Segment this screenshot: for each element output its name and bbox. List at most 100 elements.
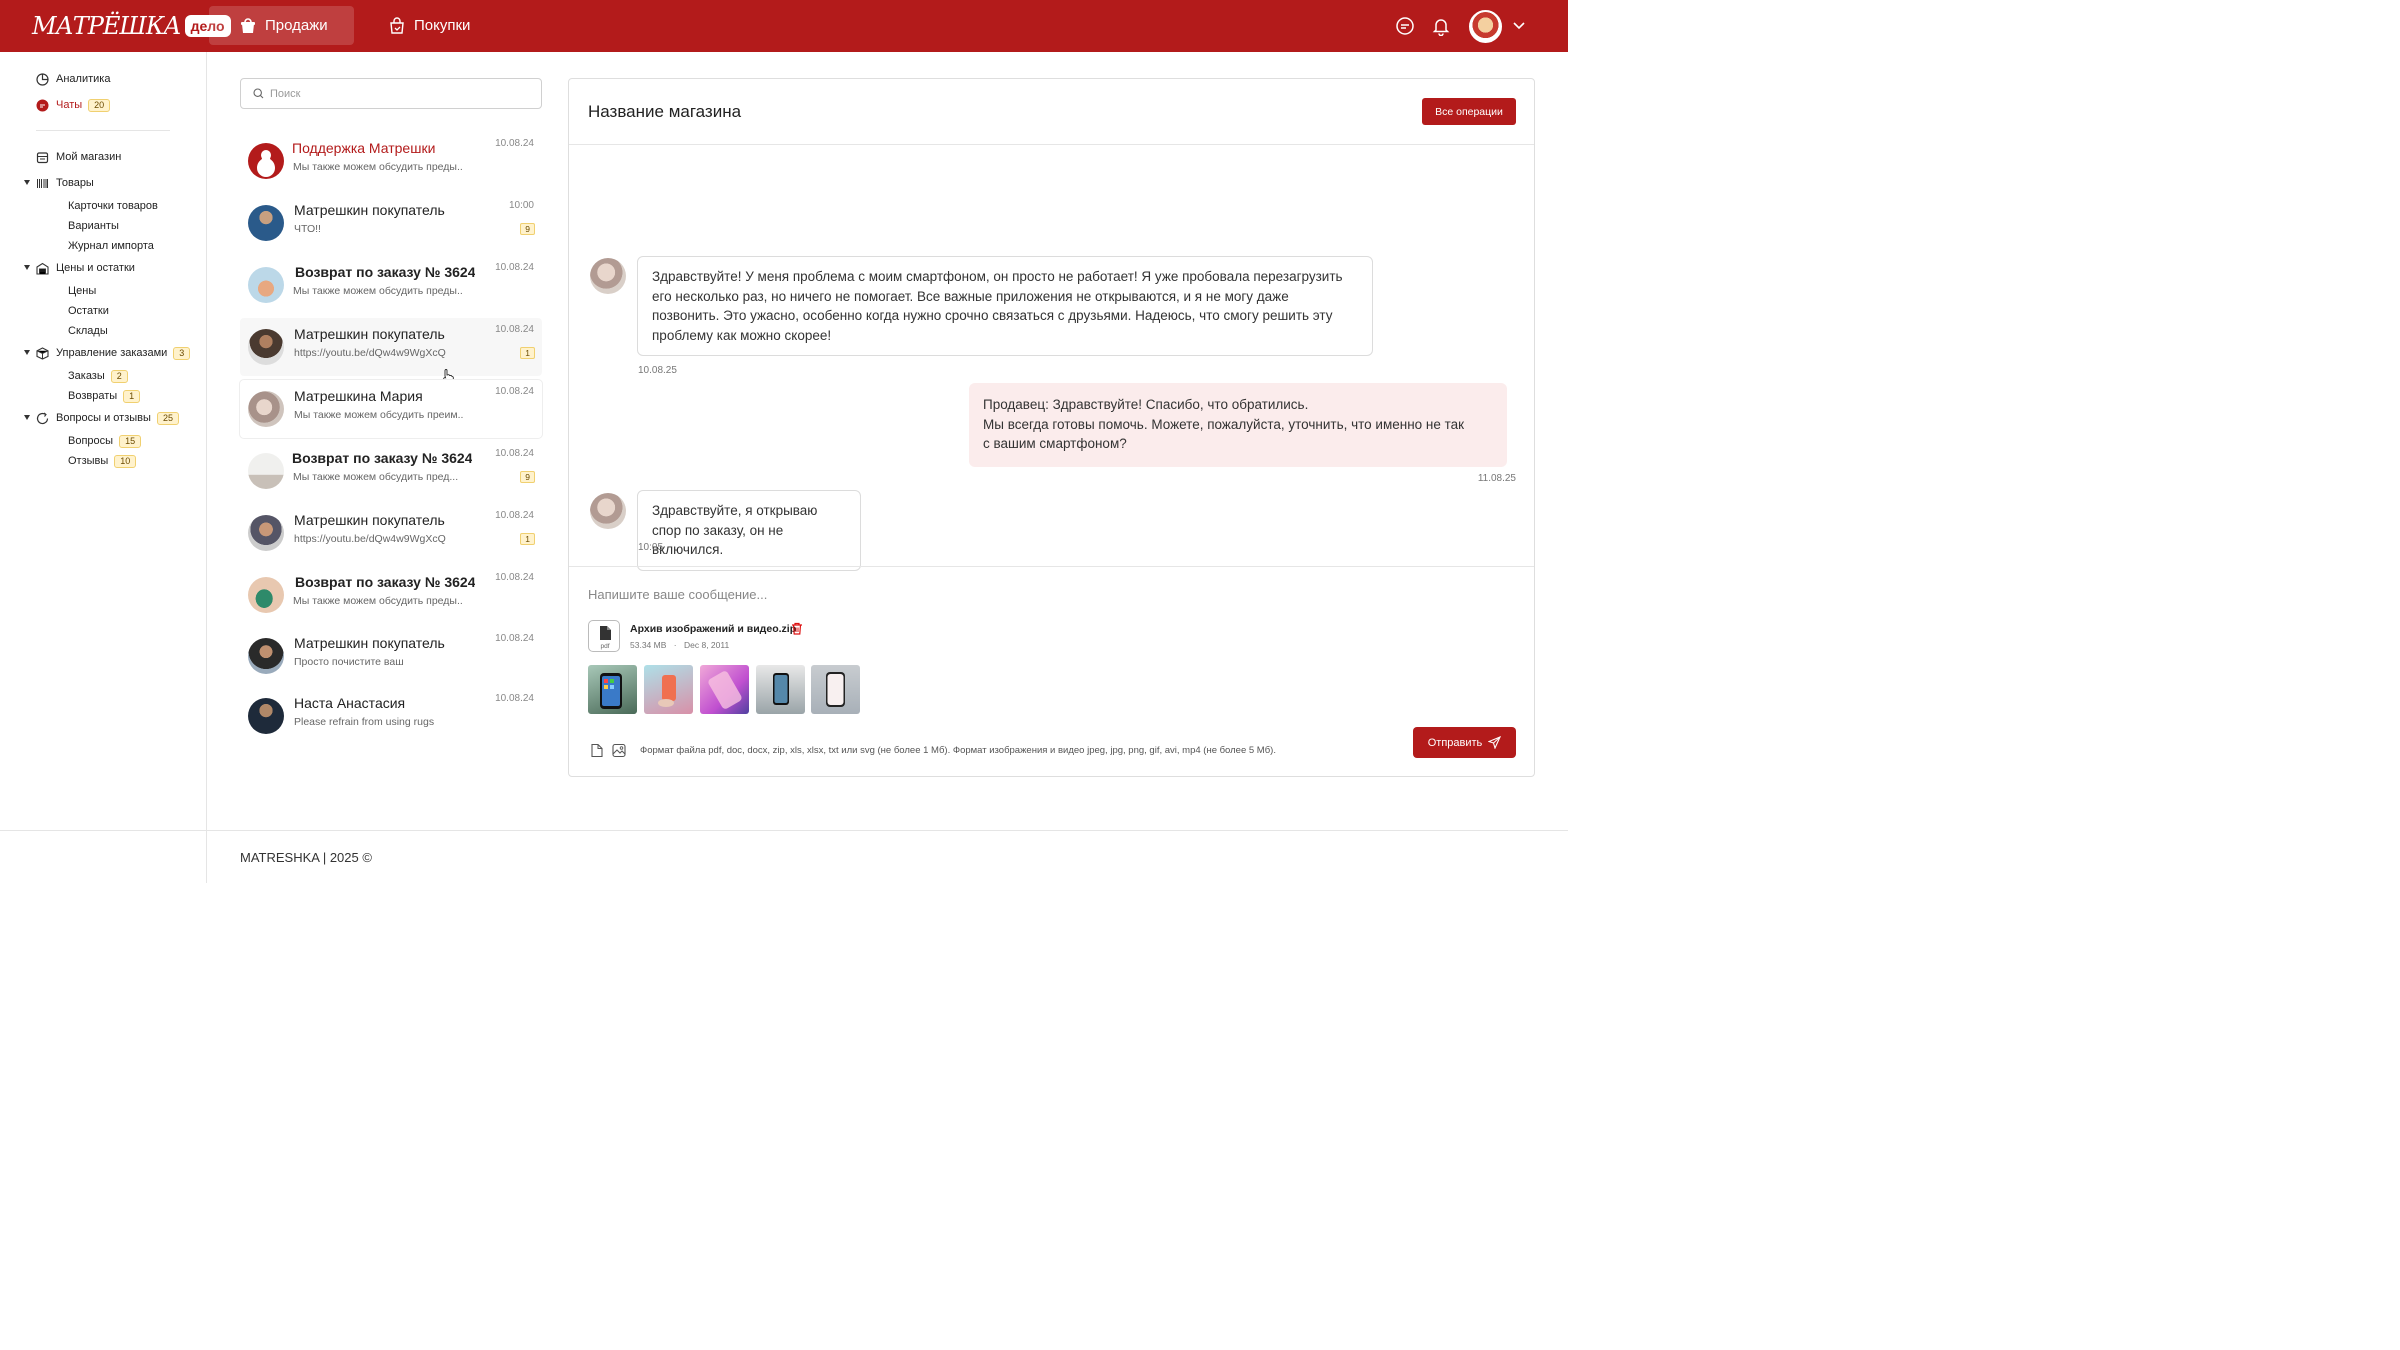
customer-avatar — [590, 493, 626, 529]
chat-name: Поддержка Матрешки — [292, 140, 436, 156]
message-outgoing: Продавец: Здравствуйте! Спасибо, что обр… — [969, 383, 1507, 467]
sidebar: Аналитика Чаты 20 Мой магазин Товары Кар… — [0, 52, 207, 830]
count-badge: 1 — [123, 389, 141, 403]
unread-badge: 1 — [520, 347, 535, 359]
chat-date: 10.08.24 — [495, 262, 534, 273]
unread-badge: 9 — [520, 223, 535, 235]
image-thumbnail[interactable] — [756, 665, 805, 714]
sidebar-subitem-label: Карточки товаров — [68, 200, 158, 212]
chat-name: Возврат по заказу № 3624... — [292, 450, 472, 466]
sidebar-subitem-stock[interactable]: Остатки — [68, 303, 109, 319]
copyright-text: MATRESHKA | 2025 © — [240, 850, 372, 865]
all-operations-button[interactable]: Все операции — [1422, 98, 1516, 125]
chat-list-item[interactable]: Наста Анастасия Please refrain from usin… — [240, 687, 542, 745]
chat-list-item[interactable]: Матрешкин покупатель Просто почистите ва… — [240, 627, 542, 685]
cart-icon — [390, 16, 404, 34]
chat-list-item[interactable]: Поддержка Матрешки Мы также можем обсуди… — [240, 132, 542, 190]
sidebar-subitem-returns[interactable]: Возвраты 1 — [68, 388, 141, 404]
footer: MATRESHKA | 2025 © — [0, 830, 1568, 883]
caret-down-icon[interactable] — [24, 350, 30, 355]
bell-icon[interactable] — [1431, 16, 1451, 36]
sidebar-item-label: Аналитика — [56, 73, 111, 85]
box-icon — [36, 346, 49, 360]
product-avatar — [248, 267, 284, 303]
sidebar-subitem-label: Цены — [68, 285, 97, 297]
attach-image-icon[interactable] — [612, 743, 626, 758]
tab-purchases[interactable]: Покупки — [372, 6, 502, 45]
orders-count-badge: 3 — [173, 346, 191, 360]
composer-divider — [569, 566, 1534, 567]
sidebar-item-chats[interactable]: Чаты 20 — [36, 97, 111, 113]
sidebar-subitem-label: Варианты — [68, 220, 119, 232]
chat-date: 10.08.24 — [495, 448, 534, 459]
caret-down-icon[interactable] — [24, 180, 30, 185]
chat-list-item[interactable]: Возврат по заказу № 3624... Мы также мож… — [240, 256, 542, 314]
chat-list-item[interactable]: Матрешкин покупатель ЧТО!! 10:00 9 — [240, 194, 542, 252]
sidebar-subitem-orders[interactable]: Заказы 2 — [68, 368, 128, 384]
chat-list-item[interactable]: Возврат по заказу № 3624... Мы также мож… — [240, 442, 542, 500]
sidebar-item-prices[interactable]: Цены и остатки — [36, 260, 135, 276]
chat-preview: Мы также можем обсудить преим... — [294, 409, 464, 421]
chat-name: Наста Анастасия — [294, 695, 406, 711]
image-thumbnail[interactable] — [811, 665, 860, 714]
send-button[interactable]: Отправить — [1413, 727, 1516, 758]
sidebar-subitem-reviews[interactable]: Отзывы 10 — [68, 453, 137, 469]
trash-icon[interactable] — [791, 622, 803, 635]
chevron-down-icon[interactable] — [1512, 18, 1526, 32]
sidebar-subitem-warehouses[interactable]: Склады — [68, 323, 108, 339]
logo[interactable]: МАТРЁШКА дело — [32, 12, 231, 40]
send-button-label: Отправить — [1427, 736, 1483, 749]
sidebar-subitem-label: Вопросы — [68, 435, 114, 447]
messages-icon[interactable] — [1395, 16, 1415, 36]
image-thumbnail[interactable] — [644, 665, 693, 714]
image-thumbnail[interactable] — [700, 665, 749, 714]
user-avatar — [248, 391, 284, 427]
sidebar-item-analytics[interactable]: Аналитика — [36, 71, 110, 87]
send-icon — [1488, 736, 1502, 749]
dot-separator: · — [673, 640, 677, 650]
search-box[interactable] — [240, 78, 542, 109]
qa-count-badge: 25 — [156, 411, 179, 425]
sidebar-subitem-variants[interactable]: Варианты — [68, 218, 119, 234]
sidebar-subitem-prices[interactable]: Цены — [68, 283, 96, 299]
product-avatar — [248, 577, 284, 613]
sidebar-item-orders[interactable]: Управление заказами 3 — [36, 345, 191, 361]
search-input[interactable] — [270, 87, 530, 100]
chat-list-item[interactable]: Матрешкин покупатель https://youtu.be/dQ… — [240, 504, 542, 562]
caret-down-icon[interactable] — [24, 265, 30, 270]
attachment-name: Архив изображений и видео.zip — [630, 623, 797, 635]
tab-sales[interactable]: Продажи — [209, 6, 354, 45]
message-time: 10:05 — [638, 542, 664, 553]
sidebar-subitem-questions[interactable]: Вопросы 15 — [68, 433, 142, 449]
chat-icon — [36, 99, 49, 111]
chat-preview: https://youtu.be/dQw4w9WgXcQ — [294, 533, 446, 545]
caret-down-icon[interactable] — [24, 415, 30, 420]
product-avatar — [248, 453, 284, 489]
sidebar-subitem-label: Остатки — [68, 305, 109, 317]
warehouse-icon — [36, 262, 49, 275]
sidebar-item-goods[interactable]: Товары — [36, 175, 94, 191]
sidebar-subitem-cards[interactable]: Карточки товаров — [68, 198, 158, 214]
chat-date: 10.08.24 — [495, 138, 534, 149]
chat-list-item-selected[interactable]: Матрешкина Мария Мы также можем обсудить… — [240, 380, 542, 438]
tab-sales-label: Продажи — [265, 17, 328, 34]
message-input[interactable] — [588, 587, 1288, 602]
image-thumbnail[interactable] — [588, 665, 637, 714]
sidebar-subitem-import-log[interactable]: Журнал импорта — [68, 238, 154, 254]
user-avatar — [248, 515, 284, 551]
chat-list-item[interactable]: Возврат по заказу № 3624... Мы также мож… — [240, 566, 542, 624]
attach-file-icon[interactable] — [590, 743, 604, 758]
chat-name: Матрешкин покупатель — [294, 326, 445, 342]
chat-preview: Мы также можем обсудить преды... — [293, 595, 463, 607]
sidebar-item-qa[interactable]: Вопросы и отзывы 25 — [36, 410, 179, 426]
user-avatar[interactable] — [1469, 10, 1502, 43]
shop-icon — [36, 151, 49, 163]
user-avatar — [248, 205, 284, 241]
sidebar-item-my-shop[interactable]: Мой магазин — [36, 149, 121, 165]
chat-preview: ЧТО!! — [294, 223, 321, 235]
chat-date: 10.08.24 — [495, 693, 534, 704]
chat-date: 10.08.24 — [495, 324, 534, 335]
chat-list-item[interactable]: Матрешкин покупатель https://youtu.be/dQ… — [240, 318, 542, 376]
sidebar-divider — [36, 130, 170, 131]
chat-date: 10.08.24 — [495, 572, 534, 583]
